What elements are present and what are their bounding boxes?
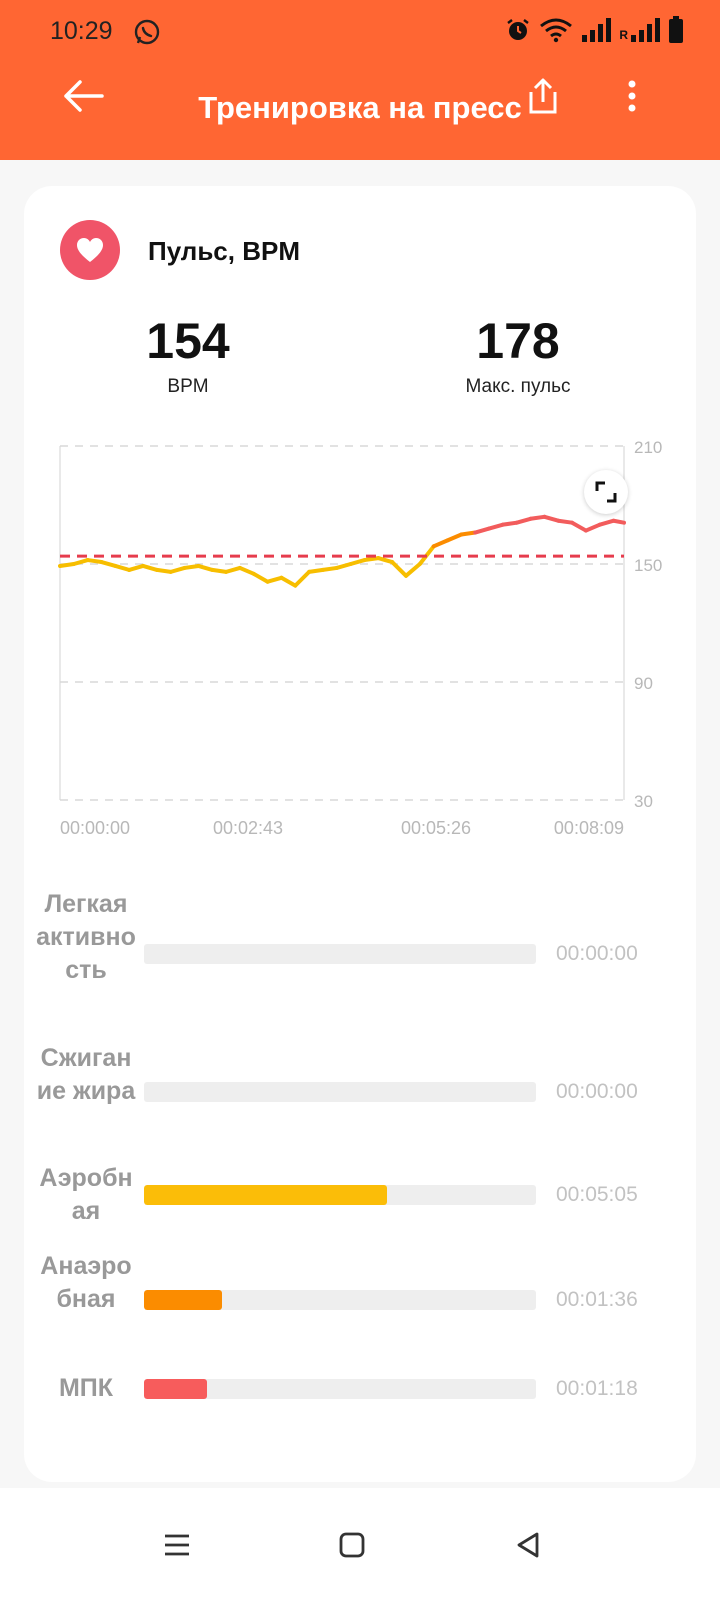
nav-back-button[interactable]	[503, 1520, 553, 1570]
heart-rate-line-segment	[168, 565, 187, 574]
max-bpm-label: Макс. пульс	[465, 376, 571, 397]
heart-rate-line-segment	[473, 526, 492, 535]
heart-rate-line-segment	[113, 563, 132, 572]
heart-rate-line-segment	[597, 518, 616, 527]
heart-rate-line-segment	[279, 575, 298, 588]
heart-rate-line-segment	[210, 567, 229, 574]
expand-icon	[595, 481, 617, 503]
menu-lines-icon	[165, 1534, 189, 1556]
zone-row: Легкая активность 00:00:00	[36, 888, 676, 1020]
status-icons: R	[505, 16, 684, 44]
heart-rate-line-segment	[265, 575, 284, 584]
chart-x-tick-label: 00:02:43	[213, 818, 283, 838]
heart-rate-line-segment	[404, 562, 422, 578]
heart-rate-line-segment	[362, 556, 381, 563]
heart-rate-line-segment	[224, 565, 242, 574]
more-options-icon[interactable]	[624, 76, 640, 116]
zone-progress-track	[144, 1289, 536, 1310]
chart-x-tick-label: 00:08:09	[554, 818, 624, 838]
max-bpm-value: 178	[476, 313, 560, 369]
signal-icon	[582, 18, 612, 42]
heart-rate-line-segment	[71, 558, 90, 566]
heart-rate-line-segment	[251, 571, 270, 584]
zone-label: Сжигание жира	[36, 1044, 136, 1105]
chart-y-tick-label: 150	[634, 556, 662, 575]
heart-rate-line-segment	[583, 522, 602, 533]
heart-rate-line-segment	[556, 518, 575, 525]
status-time: 10:29	[50, 17, 113, 45]
heart-rate-line-segment	[514, 516, 533, 525]
heart-rate-line-segment	[431, 538, 450, 549]
whatsapp-icon	[134, 19, 160, 45]
heart-icon	[77, 238, 103, 262]
chart-y-tick-label: 90	[634, 674, 653, 693]
alarm-icon	[507, 19, 530, 40]
zone-progress-track	[144, 944, 536, 964]
heart-rate-line-segment	[141, 563, 159, 572]
heart-rate-line-segment	[542, 514, 561, 523]
wifi-icon	[540, 18, 573, 43]
heart-rate-line-segment	[307, 567, 325, 574]
heart-rate-line-segment	[376, 556, 395, 565]
zone-progress-fill	[144, 1378, 207, 1399]
zone-label: МПК	[58, 1374, 114, 1402]
heart-rate-line-segment	[500, 520, 519, 527]
system-nav-bar	[0, 1488, 720, 1600]
heart-rate-line-segment	[127, 563, 146, 572]
heart-rate-line-segment	[334, 562, 353, 570]
heart-rate-line-segment	[182, 563, 201, 570]
zone-label: Анаэробная	[40, 1252, 132, 1313]
chart-x-tick-label: 00:00:00	[60, 818, 130, 838]
current-bpm-label: BPM	[167, 376, 209, 397]
heart-rate-line-segment	[390, 560, 409, 578]
heart-rate-line-segment	[528, 514, 547, 521]
heart-rate-line-segment	[611, 518, 626, 525]
page-title: Тренировка на пресс	[198, 90, 522, 125]
zone-progress-fill	[144, 1185, 388, 1205]
chart-x-tick-label: 00:05:26	[401, 818, 471, 838]
zone-progress-track	[144, 1185, 536, 1205]
heart-rate-line-segment	[293, 569, 312, 588]
card-title: Пульс, BPM	[148, 236, 300, 266]
expand-chart-button[interactable]	[584, 470, 628, 514]
zone-row: Анаэробная 00:01:36	[36, 1250, 676, 1349]
heart-rate-line-segment	[85, 558, 104, 565]
battery-icon	[669, 16, 683, 43]
heart-rate-line-segment	[154, 567, 173, 574]
zone-duration: 00:05:05	[556, 1183, 638, 1206]
heart-rate-line-segment	[459, 530, 478, 537]
zone-row: Аэробная 00:05:05	[36, 1162, 676, 1228]
heart-rate-line-segment	[237, 565, 256, 576]
signal-roaming-icon	[631, 18, 660, 42]
heart-rate-line-segment	[99, 560, 118, 568]
zone-progress-fill	[144, 1289, 223, 1310]
roaming-indicator: R	[619, 28, 628, 42]
zone-duration: 00:00:00	[556, 942, 638, 965]
zone-label: Аэробная	[39, 1164, 133, 1225]
share-icon[interactable]	[525, 76, 561, 116]
app-header: 10:29 R Тренировка на пресс	[0, 0, 720, 160]
heart-rate-line-segment	[58, 562, 76, 568]
zone-duration: 00:01:36	[556, 1287, 638, 1311]
zone-row: Сжигание жира 00:00:00	[36, 1042, 676, 1141]
zone-progress-track	[144, 1081, 536, 1102]
heart-rate-line-segment	[320, 565, 339, 572]
chart-y-tick-label: 210	[634, 440, 662, 457]
zone-row: МПК 00:01:18	[36, 1372, 676, 1405]
heart-rate-line-segment	[487, 522, 505, 531]
back-triangle-icon	[517, 1532, 539, 1558]
chart-y-tick-label: 30	[634, 792, 653, 811]
zone-progress-track	[144, 1378, 536, 1399]
zone-duration: 00:01:18	[556, 1376, 638, 1400]
nav-home-button[interactable]	[327, 1520, 377, 1570]
heart-rate-line-segment	[196, 563, 215, 572]
zone-label: Легкая активность	[36, 890, 136, 984]
current-bpm-value: 154	[146, 313, 230, 369]
zone-duration: 00:00:00	[556, 1079, 638, 1103]
nav-recents-button[interactable]	[152, 1520, 202, 1570]
heart-badge	[60, 220, 120, 280]
heart-rate-line-segment	[445, 532, 464, 543]
home-square-icon	[339, 1532, 365, 1558]
heart-rate-line-segment	[570, 520, 588, 533]
